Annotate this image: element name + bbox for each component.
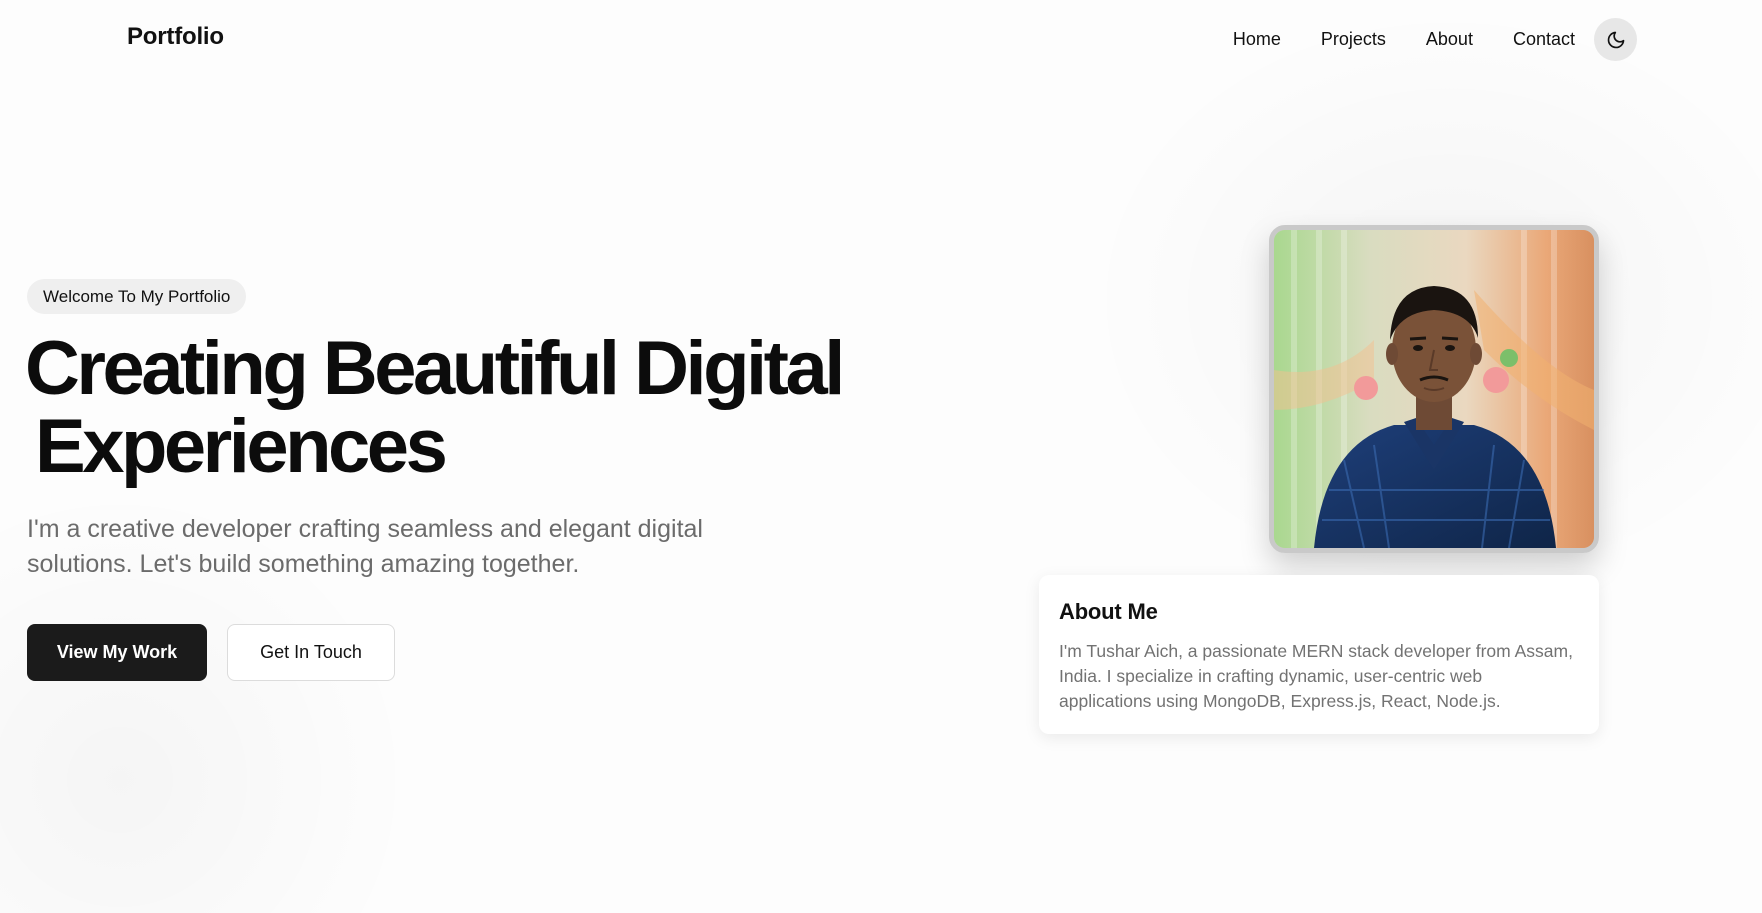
about-title: About Me (1059, 599, 1158, 624)
top-navbar: Portfolio Home Projects About Contact (0, 0, 1762, 80)
nav-links: Home Projects About Contact (1233, 29, 1575, 50)
headline-line-1: Creating Beautiful Digital (25, 326, 845, 411)
view-my-work-button[interactable]: View My Work (27, 624, 207, 681)
portrait-illustration (1274, 230, 1594, 548)
about-card: About Me I'm Tushar Aich, a passionate M… (1039, 575, 1599, 734)
hero-headline: Creating Beautiful Digital Experiences (25, 330, 925, 486)
profile-photo (1269, 225, 1599, 553)
nav-link-contact[interactable]: Contact (1513, 29, 1575, 50)
nav-link-projects[interactable]: Projects (1321, 29, 1386, 50)
brand-logo[interactable]: Portfolio (127, 23, 224, 51)
moon-icon (1607, 31, 1624, 48)
hero-subtitle: I'm a creative developer crafting seamle… (27, 515, 703, 578)
welcome-badge: Welcome To My Portfolio (27, 279, 247, 314)
nav-link-home[interactable]: Home (1233, 29, 1281, 50)
portfolio-page: Portfolio Home Projects About Contact We… (0, 0, 1762, 913)
theme-toggle-button[interactable] (1594, 18, 1637, 61)
about-text: I'm Tushar Aich, a passionate MERN stack… (1059, 641, 1573, 711)
headline-line-2: Experiences (35, 404, 448, 489)
nav-link-about[interactable]: About (1426, 29, 1473, 50)
get-in-touch-button[interactable]: Get In Touch (227, 624, 395, 681)
